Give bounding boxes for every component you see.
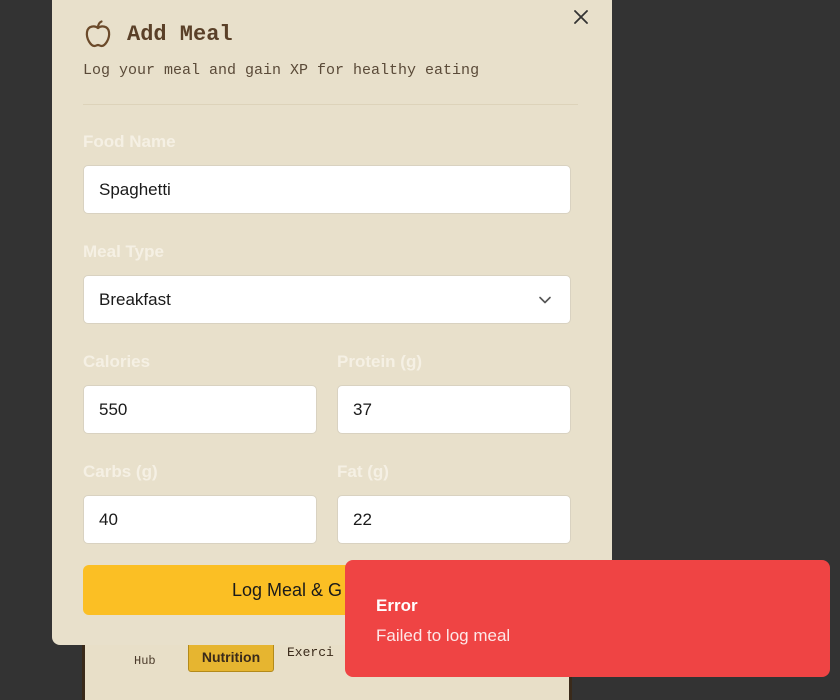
dialog-header: Add Meal [83, 18, 233, 50]
close-icon [574, 10, 588, 24]
nav-tab-nutrition: Nutrition [188, 642, 274, 672]
meal-type-label: Meal Type [83, 242, 164, 261]
meal-type-value: Breakfast [99, 289, 171, 309]
apple-icon [85, 20, 111, 48]
food-name-input[interactable]: Spaghetti [83, 165, 571, 214]
protein-label: Protein (g) [337, 352, 422, 371]
toast-title: Error [376, 596, 418, 615]
calories-input[interactable]: 550 [83, 385, 317, 434]
fat-input[interactable]: 22 [337, 495, 571, 544]
dialog-subtitle: Log your meal and gain XP for healthy ea… [83, 62, 480, 79]
toast-message: Failed to log meal [376, 626, 511, 645]
calories-label: Calories [83, 352, 151, 371]
meal-type-select[interactable]: Breakfast [83, 275, 571, 324]
nav-tab-exercise: Exerci [287, 645, 334, 660]
error-toast[interactable]: Error Failed to log meal [345, 560, 830, 677]
protein-input[interactable]: 37 [337, 385, 571, 434]
carbs-input[interactable]: 40 [83, 495, 317, 544]
nav-hub-label: Hub [134, 654, 156, 668]
header-divider [83, 104, 578, 105]
dialog-title: Add Meal [127, 21, 233, 47]
chevron-down-icon [539, 296, 551, 304]
close-button[interactable] [570, 6, 592, 28]
log-meal-button-label: Log Meal & G [231, 579, 343, 600]
fat-label: Fat (g) [337, 462, 389, 481]
carbs-label: Carbs (g) [83, 462, 158, 481]
food-name-label: Food Name [83, 132, 176, 151]
